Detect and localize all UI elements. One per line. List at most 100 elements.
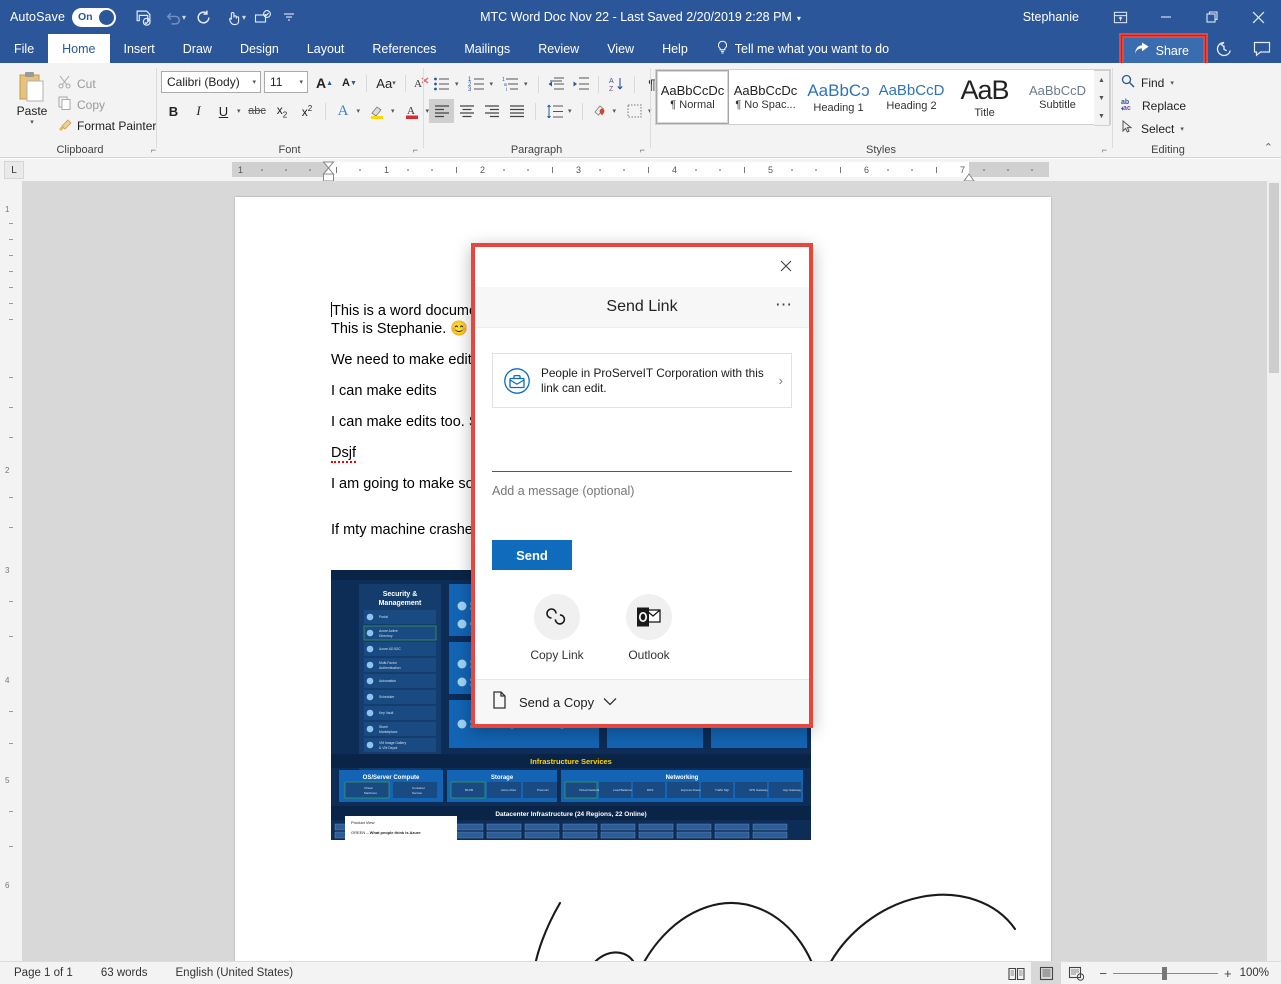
zoom-track[interactable]	[1113, 973, 1218, 974]
redo-icon[interactable]	[188, 2, 218, 32]
line-spacing-icon[interactable]	[542, 99, 567, 123]
numbering-caret[interactable]: ▾	[490, 80, 494, 88]
styles-dialog-launcher[interactable]: ⌐	[1102, 145, 1107, 155]
numbering-icon[interactable]: 123	[464, 72, 489, 96]
find-caret[interactable]: ▾	[1170, 79, 1174, 87]
tab-file[interactable]: File	[0, 34, 48, 63]
underline-icon[interactable]: U	[211, 99, 236, 123]
send-button[interactable]: Send	[492, 540, 572, 570]
style-heading-2[interactable]: AaBbCcD Heading 2	[875, 70, 948, 124]
more-options-icon[interactable]: ⋯	[775, 295, 793, 315]
select-button[interactable]: Select ▾	[1121, 117, 1186, 140]
customize-quick-access-icon[interactable]	[278, 2, 300, 32]
zoom-thumb[interactable]	[1162, 967, 1167, 980]
text-highlight-icon[interactable]	[365, 99, 390, 123]
tab-home[interactable]: Home	[48, 34, 109, 63]
style-no-spacing[interactable]: AaBbCcDc ¶ No Spac...	[729, 70, 802, 124]
word-count[interactable]: 63 words	[87, 967, 162, 979]
save-icon[interactable]	[128, 2, 158, 32]
version-history-icon[interactable]	[1205, 34, 1243, 63]
page-indicator[interactable]: Page 1 of 1	[0, 967, 87, 979]
find-button[interactable]: Find ▾	[1121, 71, 1186, 94]
language-indicator[interactable]: English (United States)	[162, 967, 308, 979]
comments-icon[interactable]	[1243, 34, 1281, 63]
shading-icon[interactable]	[587, 99, 612, 123]
tell-me-search[interactable]: Tell me what you want to do	[702, 34, 889, 63]
decrease-indent-icon[interactable]	[543, 72, 568, 96]
underline-caret[interactable]: ▾	[237, 107, 241, 115]
collapse-ribbon-icon[interactable]: ⌃	[1264, 141, 1273, 154]
font-size-caret[interactable]: ▾	[299, 78, 303, 86]
style-normal[interactable]: AaBbCcDc ¶ Normal	[656, 70, 729, 124]
tab-view[interactable]: View	[593, 34, 648, 63]
style-title[interactable]: AaB Title	[948, 70, 1021, 124]
italic-icon[interactable]: I	[186, 99, 211, 123]
tab-insert[interactable]: Insert	[110, 34, 169, 63]
touch-mode-dropdown-caret[interactable]: ▾	[242, 13, 246, 22]
zoom-slider[interactable]: − +	[1091, 966, 1239, 981]
recipient-input[interactable]	[492, 448, 792, 472]
style-heading-1[interactable]: AaBbCɔ Heading 1	[802, 70, 875, 124]
multilevel-caret[interactable]: ▾	[524, 80, 528, 88]
outlook-button[interactable]: Outlook	[619, 594, 679, 662]
read-mode-icon[interactable]	[1001, 962, 1031, 984]
shading-caret[interactable]: ▾	[613, 107, 617, 115]
select-caret[interactable]: ▾	[1180, 125, 1184, 133]
borders-icon[interactable]	[622, 99, 647, 123]
justify-icon[interactable]	[504, 99, 529, 123]
paste-button[interactable]: Paste ▾	[8, 69, 56, 126]
font-name-combobox[interactable]: Calibri (Body) ▾	[161, 71, 261, 93]
paragraph-dialog-launcher[interactable]: ⌐	[640, 145, 645, 155]
bullets-icon[interactable]	[429, 72, 454, 96]
share-button[interactable]: Share	[1122, 36, 1205, 65]
superscript-icon[interactable]: x2	[295, 99, 320, 123]
styles-scroll-up-icon[interactable]: ▲	[1098, 77, 1105, 84]
copy-link-button[interactable]: Copy Link	[527, 594, 587, 662]
zoom-level[interactable]: 100%	[1240, 967, 1281, 979]
font-name-caret[interactable]: ▾	[252, 78, 256, 86]
subscript-icon[interactable]: x2	[270, 99, 295, 123]
multilevel-list-icon[interactable]: 1ai	[498, 72, 523, 96]
permission-row[interactable]: People in ProServeIT Corporation with th…	[492, 353, 792, 408]
vertical-ruler[interactable]: 1 2 3 4 5 6	[0, 181, 22, 961]
ribbon-display-options-icon[interactable]	[1097, 0, 1143, 34]
font-dialog-launcher[interactable]: ⌐	[413, 145, 418, 155]
paste-dropdown-caret[interactable]: ▾	[8, 118, 56, 126]
styles-gallery-scroll[interactable]: ▲ ▼ ▼	[1094, 70, 1110, 126]
bold-icon[interactable]: B	[161, 99, 186, 123]
tab-stop-selector[interactable]: L	[4, 161, 24, 179]
grow-font-icon[interactable]: A▲	[312, 71, 337, 95]
style-subtitle[interactable]: AaBbCcD Subtitle	[1021, 70, 1094, 124]
increase-indent-icon[interactable]	[568, 72, 593, 96]
text-effects-caret[interactable]: ▾	[357, 107, 361, 115]
styles-more-icon[interactable]: ▼	[1098, 113, 1105, 120]
line-spacing-caret[interactable]: ▾	[568, 107, 572, 115]
scrollbar-thumb[interactable]	[1269, 183, 1279, 373]
chevron-right-icon[interactable]: ›	[779, 373, 783, 388]
restore-button[interactable]	[1189, 0, 1235, 34]
zoom-out-button[interactable]: −	[1099, 966, 1107, 981]
send-a-copy-row[interactable]: Send a Copy	[475, 679, 809, 724]
align-left-icon[interactable]	[429, 99, 454, 123]
text-effects-icon[interactable]: A	[331, 99, 356, 123]
tab-layout[interactable]: Layout	[293, 34, 359, 63]
shrink-font-icon[interactable]: A▼	[337, 71, 362, 95]
tab-mailings[interactable]: Mailings	[450, 34, 524, 63]
format-painter-button[interactable]: Format Painter	[58, 115, 156, 136]
send-link-dialog[interactable]: Send Link ⋯ People in ProServeIT Corpora…	[471, 243, 813, 728]
web-layout-icon[interactable]	[1061, 962, 1091, 984]
print-layout-icon[interactable]	[1031, 962, 1061, 984]
replace-button[interactable]: abac Replace	[1121, 94, 1186, 117]
zoom-in-button[interactable]: +	[1224, 966, 1232, 981]
bullets-caret[interactable]: ▾	[455, 80, 459, 88]
align-center-icon[interactable]	[454, 99, 479, 123]
minimize-button[interactable]	[1143, 0, 1189, 34]
autosave-toggle[interactable]: On	[72, 8, 116, 27]
close-button[interactable]	[1235, 0, 1281, 34]
message-input[interactable]: Add a message (optional)	[492, 484, 792, 498]
styles-scroll-down-icon[interactable]: ▼	[1098, 95, 1105, 102]
styles-gallery[interactable]: AaBbCcDc ¶ Normal AaBbCcDc ¶ No Spac... …	[655, 69, 1111, 125]
ink-scribble-drawing[interactable]	[415, 847, 1035, 961]
vertical-scrollbar[interactable]	[1267, 181, 1281, 961]
tab-design[interactable]: Design	[226, 34, 293, 63]
